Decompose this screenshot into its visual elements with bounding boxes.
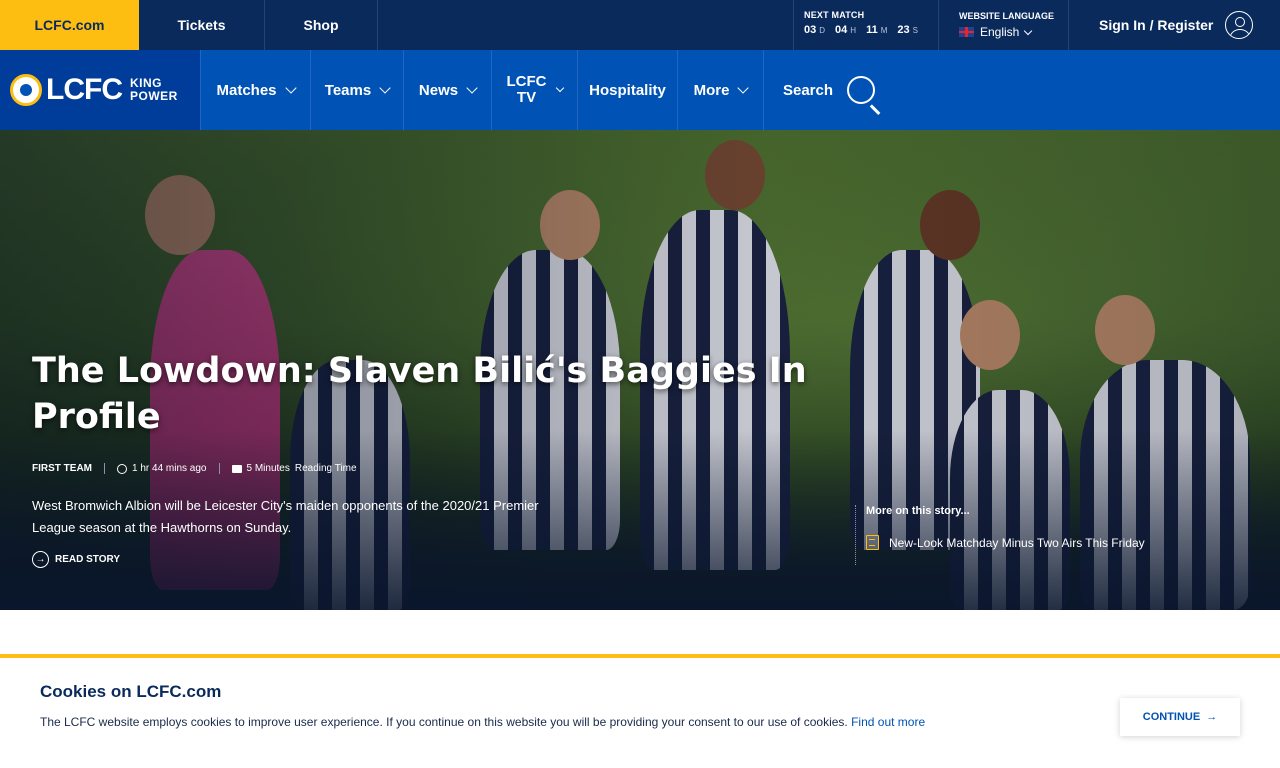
language-label: WEBSITE LANGUAGE (959, 11, 1055, 21)
story-reading-time: 5 Minutes Reading Time (220, 463, 357, 474)
nav-item-matches[interactable]: Matches (200, 50, 311, 130)
nav-label: News (418, 81, 459, 99)
search-button[interactable]: Search (764, 50, 894, 130)
nav-label: Matches (216, 81, 277, 99)
countdown-minutes: 11 M (866, 24, 888, 36)
chevron-down-icon (737, 82, 750, 94)
user-account-icon[interactable] (1225, 11, 1254, 39)
club-crest-icon (10, 74, 42, 106)
uk-flag-icon (959, 27, 974, 37)
story-time: 1 hr 44 mins ago (105, 463, 220, 474)
chevron-down-icon (379, 82, 391, 94)
book-icon (231, 464, 242, 473)
arrow-right-icon: → (1206, 711, 1218, 723)
related-label: More on this story... (866, 505, 970, 517)
cookie-title: Cookies on LCFC.com (40, 682, 222, 701)
chevron-down-icon (1024, 26, 1033, 35)
cookie-banner: Cookies on LCFC.com The LCFC website emp… (0, 654, 1280, 768)
read-story-link[interactable]: → READ STORY (32, 551, 120, 568)
continue-label: CONTINUE (1142, 711, 1201, 723)
time-ago-text: 1 hr 44 mins ago (132, 463, 207, 474)
shop-link[interactable]: Shop (265, 0, 378, 50)
nav-label: Teams (324, 81, 372, 99)
nav-item-hospitality[interactable]: Hospitality (578, 50, 678, 130)
sign-in-register[interactable]: Sign In / Register (1099, 0, 1254, 50)
story-summary: West Bromwich Albion will be Leicester C… (32, 498, 539, 535)
story-category[interactable]: FIRST TEAM (32, 463, 105, 474)
nav-label: More (693, 81, 730, 99)
language-selector[interactable]: WEBSITE LANGUAGE English (949, 0, 1069, 50)
chevron-down-icon (466, 82, 478, 94)
hero-headline[interactable]: The Lowdown: Slaven Bilić's Baggies In P… (32, 348, 812, 440)
story-meta: FIRST TEAM 1 hr 44 mins ago 5 Minutes Re… (32, 463, 357, 474)
article-icon (866, 535, 879, 550)
countdown-seconds: 23 S (897, 24, 918, 36)
sign-in-text[interactable]: Sign In / Register (1099, 17, 1213, 33)
lcfc-home-link[interactable]: LCFC.com (0, 0, 139, 50)
related-story-link[interactable]: New-Look Matchday Minus Two Airs This Fr… (866, 535, 1155, 550)
read-time-value: 5 Minutes (246, 463, 290, 474)
nav-label: Hospitality (589, 81, 666, 99)
top-utility-bar: LCFC.com Tickets Shop NEXT MATCH 03 D 04 H… (0, 0, 1280, 50)
main-navigation: LCFC KING POWER Matches Teams News LCFC TV… (0, 50, 1280, 130)
language-value[interactable]: English (959, 25, 1068, 39)
nav-item-news[interactable]: News (404, 50, 492, 130)
arrow-right-circle-icon: → (32, 551, 49, 568)
chevron-down-icon (284, 82, 297, 94)
related-stories: More on this story... New-Look Matchday … (855, 505, 1155, 565)
countdown-hours: 04 H (835, 24, 857, 36)
cookie-text: The LCFC website employs cookies to impr… (40, 715, 926, 729)
tickets-link[interactable]: Tickets (139, 0, 265, 50)
cookie-continue-button[interactable]: CONTINUE → (1120, 698, 1240, 736)
countdown-values: 03 D 04 H 11 M 23 S (804, 24, 938, 36)
clock-icon (117, 463, 127, 474)
next-match-label: NEXT MATCH (804, 10, 865, 20)
language-current: English (980, 25, 1020, 39)
nav-label: LCFC TV (506, 73, 547, 106)
read-story-label: READ STORY (55, 554, 121, 565)
nav-item-teams[interactable]: Teams (311, 50, 404, 130)
related-story-title: New-Look Matchday Minus Two Airs This Fr… (889, 535, 1145, 550)
countdown-days: 03 D (804, 24, 826, 36)
chevron-down-icon (555, 83, 564, 93)
search-label: Search (782, 81, 834, 99)
search-icon (847, 76, 876, 104)
logo-wordmark: LCFC (46, 73, 123, 106)
nav-item-more[interactable]: More (678, 50, 764, 130)
read-time-label: Reading Time (294, 463, 357, 474)
next-match-countdown[interactable]: NEXT MATCH 03 D 04 H 11 M 23 S (793, 0, 939, 50)
hero-story[interactable]: The Lowdown: Slaven Bilić's Baggies In P… (0, 130, 1280, 610)
cookie-find-out-more-link[interactable]: Find out more (851, 715, 925, 729)
sponsor-wordmark: KING POWER (129, 76, 178, 103)
lcfc-logo[interactable]: LCFC KING POWER (0, 50, 200, 130)
nav-item-lcfc-tv[interactable]: LCFC TV (492, 50, 578, 130)
